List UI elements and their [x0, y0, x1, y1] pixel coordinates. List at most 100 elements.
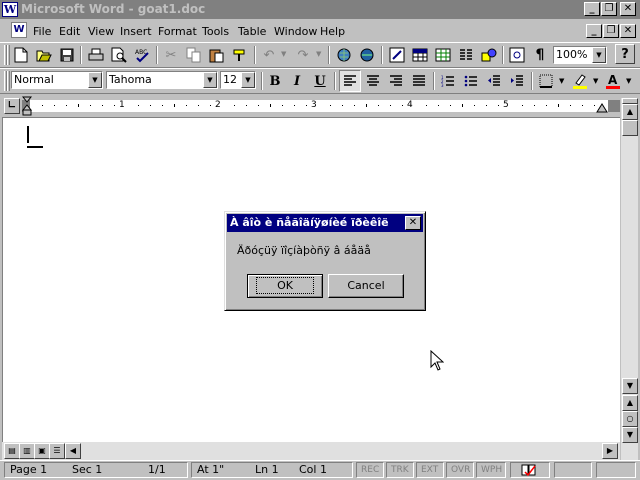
redo-icon[interactable]: ↷	[292, 44, 314, 66]
vertical-scrollbar[interactable]: ▲ ▼ ▲ ○ ▼	[620, 98, 638, 460]
tab-selector-icon[interactable]: ∟	[4, 98, 20, 114]
status-ovr[interactable]: OVR	[446, 462, 474, 478]
vertical-scroll-thumb[interactable]	[622, 120, 638, 136]
ruler-number: 4	[407, 100, 413, 110]
document-map-icon[interactable]	[506, 44, 528, 66]
open-folder-icon[interactable]	[33, 44, 55, 66]
align-center-icon[interactable]	[362, 70, 384, 92]
decrease-indent-icon[interactable]	[483, 70, 505, 92]
spelling-check-icon[interactable]: ABC	[131, 44, 153, 66]
status-wph[interactable]: WPH	[476, 462, 506, 478]
copy-icon[interactable]	[183, 44, 205, 66]
select-browse-object-icon[interactable]: ○	[622, 411, 638, 427]
drawing-icon[interactable]	[478, 44, 500, 66]
scroll-right-arrow-icon[interactable]: ▶	[602, 443, 618, 459]
scroll-up-arrow-icon[interactable]: ▲	[622, 104, 638, 120]
spelling-status-book-icon[interactable]	[510, 462, 550, 478]
doc-minimize-button[interactable]: _	[586, 24, 602, 38]
status-rec[interactable]: REC	[356, 462, 384, 478]
normal-view-icon[interactable]: ▤	[4, 443, 20, 459]
menu-window[interactable]: Window	[274, 24, 317, 40]
redo-dropdown-arrow-icon[interactable]: ▼	[316, 50, 321, 58]
office-assistant-help-icon[interactable]: ?	[615, 44, 635, 64]
menu-edit[interactable]: Edit	[59, 24, 80, 40]
justify-icon[interactable]	[408, 70, 430, 92]
borders-dropdown-arrow-icon[interactable]: ▼	[559, 77, 564, 85]
status-trk[interactable]: TRK	[386, 462, 414, 478]
undo-dropdown-arrow-icon[interactable]: ▼	[281, 50, 286, 58]
status-ext[interactable]: EXT	[416, 462, 444, 478]
style-select[interactable]: Normal ▼	[11, 71, 103, 89]
highlight-icon[interactable]	[569, 70, 591, 92]
restore-button[interactable]: ❐	[601, 2, 617, 16]
insert-table-icon[interactable]	[409, 44, 431, 66]
show-hide-pilcrow-icon[interactable]: ¶	[529, 44, 551, 66]
font-color-icon[interactable]: A	[602, 70, 624, 92]
cancel-button[interactable]: Cancel	[328, 274, 404, 298]
toolbar-separator	[334, 72, 336, 90]
align-left-icon[interactable]	[339, 70, 361, 92]
columns-icon[interactable]	[455, 44, 477, 66]
ruler-number: 2	[215, 100, 221, 110]
underline-icon[interactable]: U	[309, 70, 331, 92]
menu-tools[interactable]: Tools	[202, 24, 229, 40]
doc-restore-button[interactable]: ❐	[603, 24, 619, 38]
bold-icon[interactable]: B	[264, 70, 286, 92]
insert-excel-worksheet-icon[interactable]	[432, 44, 454, 66]
previous-page-icon[interactable]: ▲	[622, 395, 638, 411]
outline-view-icon[interactable]: ☰	[49, 443, 65, 459]
insert-hyperlink-icon[interactable]	[333, 44, 355, 66]
cancel-button-label: Cancel	[347, 279, 385, 292]
zoom-select[interactable]: 100% ▼	[553, 46, 607, 64]
dialog-message: Äðóçüÿ ïîçíàþòñÿ â áåäå	[237, 244, 371, 257]
menu-file[interactable]: File	[33, 24, 51, 40]
font-size-select[interactable]: 12 ▼	[220, 71, 256, 89]
highlight-dropdown-arrow-icon[interactable]: ▼	[593, 77, 598, 85]
menu-format[interactable]: Format	[158, 24, 197, 40]
increase-indent-icon[interactable]	[506, 70, 528, 92]
new-document-icon[interactable]	[10, 44, 32, 66]
font-color-dropdown-arrow-icon[interactable]: ▼	[626, 77, 631, 85]
zoom-dropdown-arrow-icon[interactable]: ▼	[592, 47, 606, 63]
font-size-dropdown-arrow-icon[interactable]: ▼	[241, 72, 255, 88]
font-dropdown-arrow-icon[interactable]: ▼	[203, 72, 217, 88]
indent-markers-icon[interactable]	[22, 96, 34, 116]
format-painter-icon[interactable]	[229, 44, 251, 66]
undo-icon[interactable]: ↶	[258, 44, 280, 66]
paste-clipboard-icon[interactable]	[206, 44, 228, 66]
print-icon[interactable]	[85, 44, 107, 66]
menu-help[interactable]: Help	[320, 24, 345, 40]
align-right-icon[interactable]	[385, 70, 407, 92]
cut-scissors-icon[interactable]: ✂	[160, 44, 182, 66]
style-dropdown-arrow-icon[interactable]: ▼	[88, 72, 102, 88]
close-button[interactable]: ✕	[620, 2, 636, 16]
document-icon[interactable]: W	[11, 22, 27, 38]
italic-icon[interactable]: I	[286, 70, 308, 92]
word-app-icon[interactable]: W	[2, 2, 18, 17]
numbering-icon[interactable]: 123	[437, 70, 459, 92]
font-select[interactable]: Tahoma ▼	[106, 71, 218, 89]
dialog-close-button[interactable]: ✕	[405, 216, 421, 230]
ok-button[interactable]: OK	[247, 274, 323, 298]
minimize-button[interactable]: _	[584, 2, 600, 16]
scroll-left-arrow-icon[interactable]: ◀	[65, 443, 81, 459]
bullets-icon[interactable]	[460, 70, 482, 92]
online-layout-view-icon[interactable]: ▥	[19, 443, 35, 459]
font-value: Tahoma	[109, 73, 152, 86]
horizontal-scrollbar[interactable]: ▤ ▥ ▣ ☰ ◀ ▶	[2, 442, 620, 460]
right-indent-marker-icon[interactable]	[596, 102, 608, 114]
print-preview-icon[interactable]	[108, 44, 130, 66]
tables-borders-icon[interactable]	[386, 44, 408, 66]
menu-table[interactable]: Table	[238, 24, 266, 40]
scroll-down-arrow-icon[interactable]: ▼	[622, 378, 638, 394]
status-page: Page 1	[10, 463, 48, 476]
doc-close-button[interactable]: ✕	[620, 24, 636, 38]
ruler[interactable]: ∟ 1 2 3 4 5	[0, 96, 640, 116]
menu-insert[interactable]: Insert	[120, 24, 152, 40]
page-layout-view-icon[interactable]: ▣	[34, 443, 50, 459]
menu-view[interactable]: View	[88, 24, 114, 40]
next-page-icon[interactable]: ▼	[622, 427, 638, 443]
borders-icon[interactable]	[535, 70, 557, 92]
save-disk-icon[interactable]	[56, 44, 78, 66]
web-toolbar-icon[interactable]	[356, 44, 378, 66]
